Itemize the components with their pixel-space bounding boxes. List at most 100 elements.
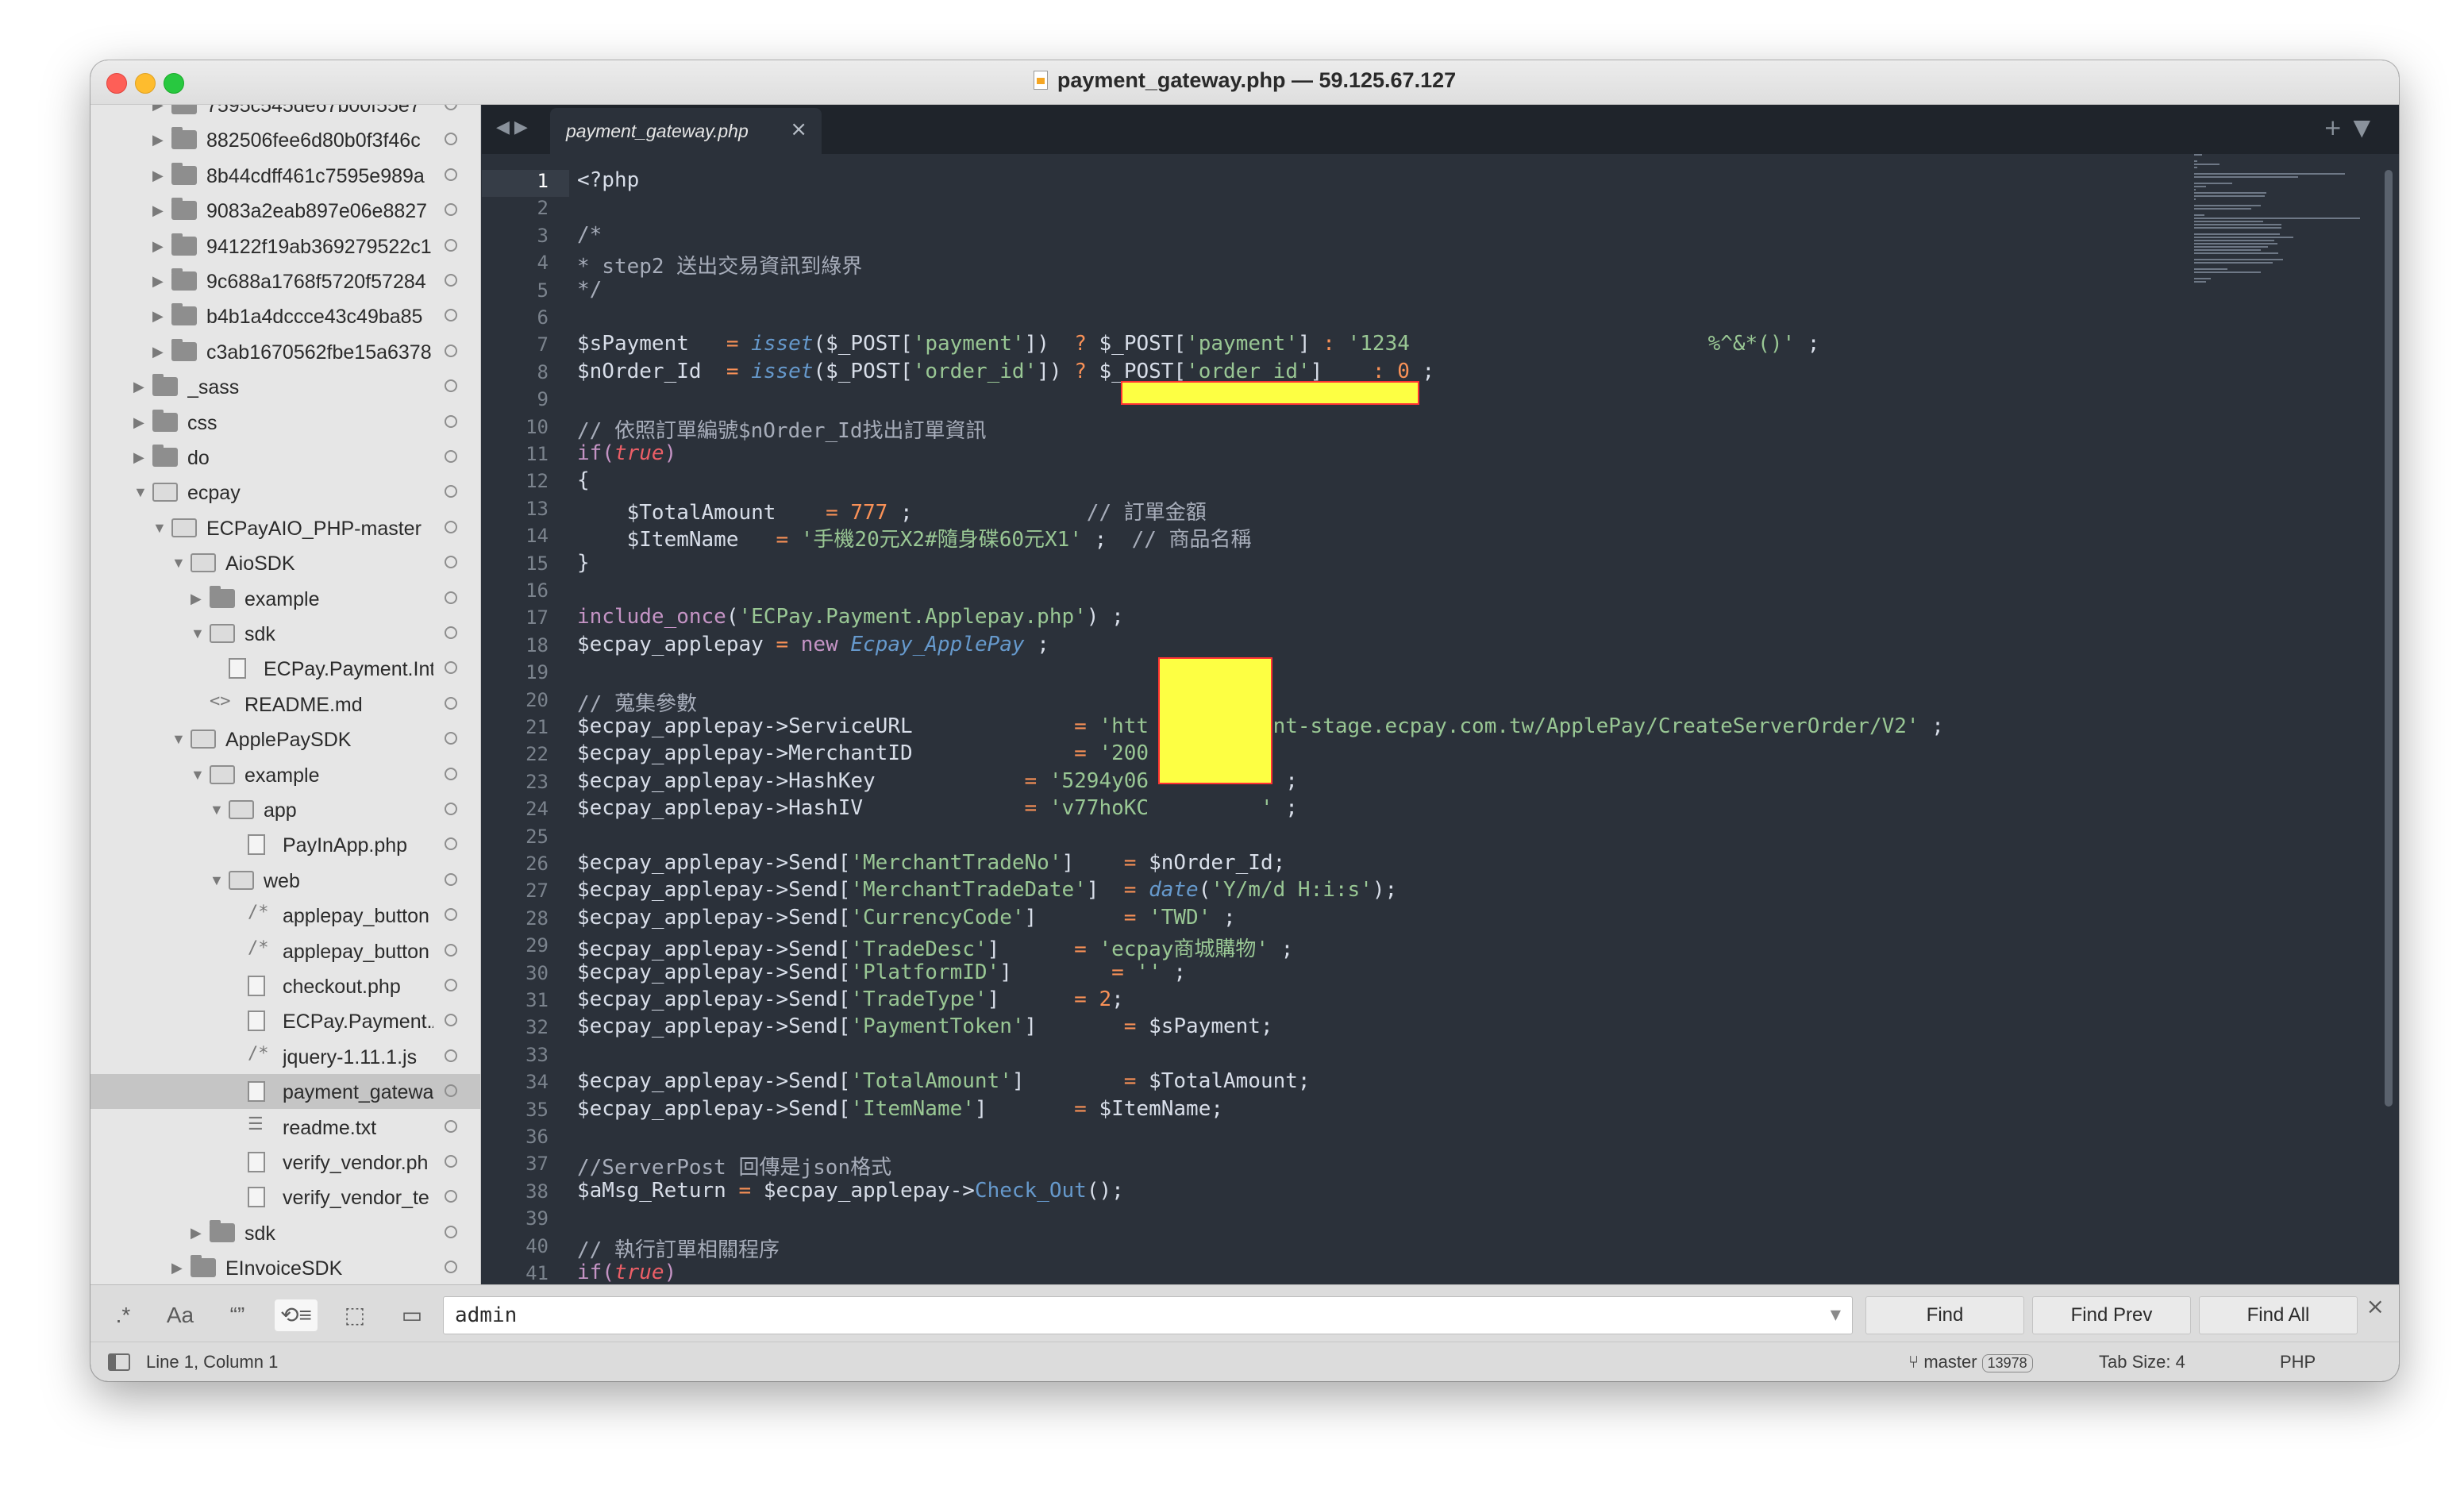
- code-line[interactable]: $ecpay_applepay->Send['TradeDesc'] = 'ec…: [577, 933, 1293, 962]
- code-line[interactable]: $nOrder_Id = isset($_POST['order_id']) ?…: [577, 360, 1434, 383]
- cursor-position[interactable]: Line 1, Column 1: [146, 1352, 278, 1372]
- highlight-matches-toggle[interactable]: ▭: [391, 1299, 433, 1331]
- code-line[interactable]: }: [577, 551, 590, 575]
- disclosure-closed-icon[interactable]: ▶: [133, 405, 149, 440]
- code-line[interactable]: $TotalAmount = 777 ; // 訂單金額: [577, 496, 1207, 525]
- code-line[interactable]: // 蒐集參數: [577, 687, 697, 717]
- code-line[interactable]: $ecpay_applepay->Send['CurrencyCode'] = …: [577, 906, 1236, 930]
- disclosure-open-icon[interactable]: ▼: [133, 475, 149, 510]
- tree-item[interactable]: ▶ 882506fee6d80b0f3f46c: [90, 122, 480, 157]
- disclosure-closed-icon[interactable]: ▶: [152, 264, 168, 298]
- find-prev-button[interactable]: Find Prev: [2032, 1296, 2191, 1334]
- disclosure-closed-icon[interactable]: ▶: [152, 158, 168, 193]
- code-line[interactable]: $ecpay_applepay->Send['PlatformID'] = ''…: [577, 961, 1186, 984]
- disclosure-open-icon[interactable]: ▼: [171, 722, 187, 756]
- tree-item[interactable]: ▶ sdk: [90, 1215, 480, 1250]
- tree-item[interactable]: ☰ readme.txt: [90, 1110, 480, 1145]
- tab-nav-arrows-icon[interactable]: ◀▶: [496, 117, 533, 137]
- tree-item[interactable]: checkout.php: [90, 968, 480, 1003]
- tree-item[interactable]: /* jquery-1.11.1.js: [90, 1039, 480, 1074]
- disclosure-open-icon[interactable]: ▼: [210, 863, 225, 898]
- code-line[interactable]: $ecpay_applepay->HashIV = 'v77hoKC ' ;: [577, 796, 1298, 820]
- whole-word-toggle[interactable]: “”: [216, 1299, 259, 1331]
- disclosure-closed-icon[interactable]: ▶: [191, 1215, 206, 1250]
- disclosure-closed-icon[interactable]: ▶: [133, 440, 149, 475]
- disclosure-closed-icon[interactable]: ▶: [152, 105, 168, 122]
- code-line[interactable]: $ecpay_applepay->Send['MerchantTradeNo']…: [577, 851, 1285, 875]
- disclosure-open-icon[interactable]: ▼: [191, 616, 206, 651]
- code-line[interactable]: $ecpay_applepay = new Ecpay_ApplePay ;: [577, 633, 1049, 656]
- disclosure-closed-icon[interactable]: ▶: [152, 122, 168, 157]
- code-line[interactable]: // 依照訂單編號$nOrder_Id找出訂單資訊: [577, 414, 987, 444]
- tree-item[interactable]: /* applepay_button: [90, 934, 480, 968]
- tree-item[interactable]: ▶ 9c688a1768f5720f57284: [90, 264, 480, 298]
- disclosure-open-icon[interactable]: ▼: [191, 757, 206, 792]
- tab-payment-gateway[interactable]: payment_gateway.php ×: [550, 108, 822, 154]
- code-line[interactable]: $ecpay_applepay->Send['TotalAmount'] = $…: [577, 1069, 1311, 1093]
- code-line[interactable]: $aMsg_Return = $ecpay_applepay->Check_Ou…: [577, 1179, 1124, 1203]
- in-selection-toggle[interactable]: ⬚: [333, 1299, 376, 1331]
- tree-item[interactable]: ▶ b4b1a4dccce43c49ba85: [90, 298, 480, 333]
- tree-item[interactable]: ▼ AioSDK: [90, 545, 480, 580]
- tree-item[interactable]: ▼ example: [90, 757, 480, 792]
- tree-item[interactable]: ▼ ecpay: [90, 475, 480, 510]
- code-editor[interactable]: 1 2 3 4 5 6 7 8 9 10 11 12 13 14 15 16 17 18 19 20 21 22 23 24 2…: [482, 154, 2399, 1284]
- tree-item[interactable]: PayInApp.php: [90, 827, 480, 862]
- tree-item[interactable]: verify_vendor.ph: [90, 1145, 480, 1180]
- code-line[interactable]: $ecpay_applepay->Send['TradeType'] = 2;: [577, 987, 1124, 1011]
- code-line[interactable]: if(true): [577, 1261, 676, 1284]
- vertical-scrollbar[interactable]: [2385, 170, 2393, 1107]
- tree-item[interactable]: verify_vendor_te: [90, 1180, 480, 1215]
- tree-item[interactable]: ▶ 9083a2eab897e06e8827: [90, 193, 480, 228]
- disclosure-closed-icon[interactable]: ▶: [191, 581, 206, 616]
- tree-item[interactable]: ▶ css: [90, 405, 480, 440]
- disclosure-closed-icon[interactable]: ▶: [152, 193, 168, 228]
- code-line[interactable]: if(true): [577, 441, 676, 465]
- code-line[interactable]: <?php: [577, 168, 639, 192]
- tree-item[interactable]: ▶ _sass: [90, 369, 480, 404]
- code-line[interactable]: {: [577, 468, 590, 492]
- tree-item[interactable]: ▶ c3ab1670562fbe15a6378: [90, 334, 480, 369]
- code-line[interactable]: //ServerPost 回傳是json格式: [577, 1151, 891, 1180]
- code-line[interactable]: */: [577, 278, 602, 302]
- code-line[interactable]: $ecpay_applepay->MerchantID = '200: [577, 741, 1149, 765]
- tab-close-icon[interactable]: ×: [790, 117, 807, 141]
- tree-item[interactable]: ▼ ECPayAIO_PHP-master: [90, 510, 480, 545]
- code-line[interactable]: $ecpay_applepay->Send['PaymentToken'] = …: [577, 1014, 1273, 1038]
- git-branch[interactable]: ⑂ master 13978: [1908, 1352, 2033, 1372]
- code-line[interactable]: // 執行訂單相關程序: [577, 1234, 780, 1263]
- code-line[interactable]: $ItemName = '手機20元X2#隨身碟60元X1' ; // 商品名稱: [577, 523, 1252, 552]
- wrap-toggle[interactable]: ⟲≡: [275, 1299, 318, 1331]
- disclosure-open-icon[interactable]: ▼: [210, 792, 225, 827]
- disclosure-closed-icon[interactable]: ▶: [133, 369, 149, 404]
- tree-item[interactable]: ▼ web: [90, 863, 480, 898]
- code-line[interactable]: $sPayment = isset($_POST['payment']) ? $…: [577, 332, 1819, 356]
- disclosure-closed-icon[interactable]: ▶: [152, 334, 168, 369]
- tree-item[interactable]: ▼ app: [90, 792, 480, 827]
- tree-item[interactable]: ▼ ApplePaySDK: [90, 722, 480, 756]
- tree-item[interactable]: <> README.md: [90, 687, 480, 722]
- tree-item[interactable]: ▶ 8b44cdff461c7595e989a: [90, 158, 480, 193]
- code-line[interactable]: $ecpay_applepay->Send['MerchantTradeDate…: [577, 878, 1397, 902]
- find-button[interactable]: Find: [1865, 1296, 2024, 1334]
- disclosure-open-icon[interactable]: ▼: [152, 510, 168, 545]
- tree-item[interactable]: ECPay.Payment.Int: [90, 651, 480, 686]
- toggle-sidebar-icon[interactable]: [108, 1353, 130, 1371]
- tree-item[interactable]: payment_gatewa: [90, 1074, 480, 1110]
- code-line[interactable]: $ecpay_applepay->Send['ItemName'] = $Ite…: [577, 1097, 1223, 1121]
- find-all-button[interactable]: Find All: [2199, 1296, 2358, 1334]
- disclosure-closed-icon[interactable]: ▶: [152, 229, 168, 264]
- find-input[interactable]: admin ▼: [443, 1296, 1853, 1334]
- disclosure-open-icon[interactable]: ▼: [171, 545, 187, 580]
- case-sensitive-toggle[interactable]: Aa: [159, 1299, 202, 1331]
- tree-item[interactable]: ECPay.Payment.A: [90, 1003, 480, 1038]
- tree-item[interactable]: ▼ sdk: [90, 616, 480, 651]
- find-close-icon[interactable]: ×: [2366, 1293, 2385, 1319]
- tab-size[interactable]: Tab Size: 4: [2099, 1352, 2185, 1372]
- tree-item[interactable]: ▶ EInvoiceSDK: [90, 1250, 480, 1284]
- tab-new-and-menu-icon[interactable]: +▼: [2323, 114, 2381, 141]
- minimap[interactable]: [2194, 154, 2369, 313]
- regex-toggle[interactable]: .*: [102, 1299, 144, 1331]
- code-line[interactable]: * step2 送出交易資訊到綠界: [577, 250, 862, 279]
- tree-item[interactable]: ▶ example: [90, 581, 480, 616]
